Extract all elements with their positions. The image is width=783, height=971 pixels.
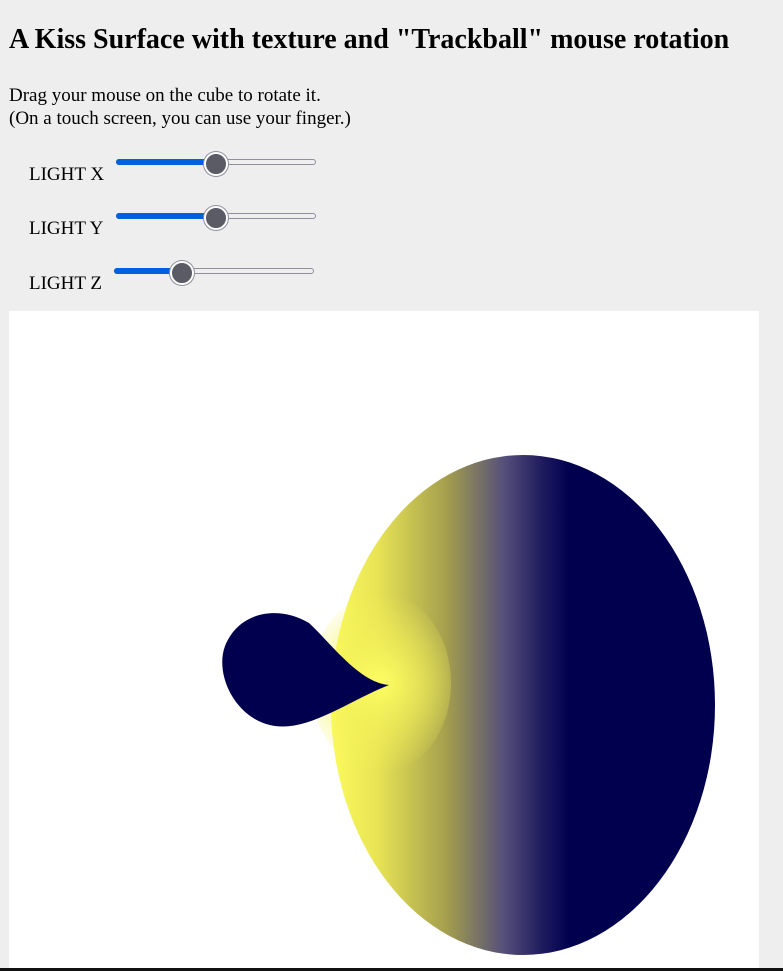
slider-thumb[interactable] bbox=[204, 206, 228, 230]
instruction-line: Drag your mouse on the cube to rotate it… bbox=[9, 85, 321, 106]
light-z-label: LIGHT Z bbox=[29, 273, 102, 294]
slider-thumb[interactable] bbox=[204, 152, 228, 176]
render-canvas[interactable] bbox=[9, 311, 759, 971]
light-y-slider[interactable] bbox=[116, 206, 316, 230]
slider-thumb[interactable] bbox=[170, 261, 195, 285]
light-z-slider[interactable] bbox=[114, 261, 314, 285]
kiss-surface-render bbox=[222, 455, 715, 955]
light-x-slider[interactable] bbox=[116, 152, 316, 176]
slider-fill bbox=[116, 159, 216, 165]
light-x-label: LIGHT X bbox=[29, 164, 105, 185]
light-y-label: LIGHT Y bbox=[29, 218, 104, 239]
page-title: A Kiss Surface with texture and "Trackba… bbox=[9, 24, 730, 55]
instruction-line: (On a touch screen, you can use your fin… bbox=[9, 108, 351, 129]
slider-fill bbox=[116, 213, 216, 219]
instructions: Drag your mouse on the cube to rotate it… bbox=[9, 84, 351, 130]
